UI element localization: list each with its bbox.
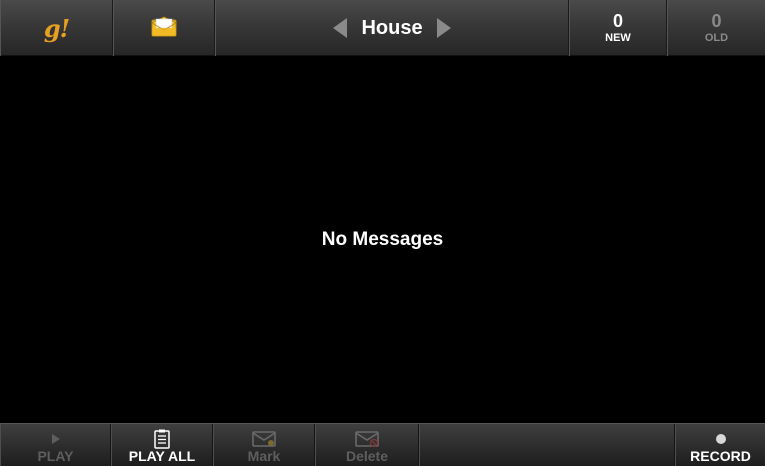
empty-message: No Messages xyxy=(321,228,444,250)
play-all-button[interactable]: PLAY ALL xyxy=(111,424,213,466)
list-icon xyxy=(154,429,170,449)
play-icon xyxy=(50,429,62,449)
new-label: NEW xyxy=(605,32,631,44)
mailbox-selector: House xyxy=(215,0,569,56)
envelope-mark-icon xyxy=(252,429,276,449)
record-dot-icon xyxy=(715,429,727,449)
mailbox-name: House xyxy=(361,16,423,39)
chevron-left-icon[interactable] xyxy=(333,18,348,38)
chevron-right-icon[interactable] xyxy=(436,18,451,38)
top-bar: g! House 0 NEW 0 OLD xyxy=(0,0,765,56)
play-label: PLAY xyxy=(37,447,74,464)
envelope-delete-icon xyxy=(355,429,379,449)
new-count: 0 xyxy=(612,11,623,31)
toolbar-spacer xyxy=(419,424,675,466)
message-list: No Messages xyxy=(0,56,765,423)
old-label: OLD xyxy=(704,32,729,44)
old-count: 0 xyxy=(711,11,722,31)
g-logo-icon: g! xyxy=(43,13,70,43)
new-messages-counter[interactable]: 0 NEW xyxy=(569,0,667,56)
bottom-toolbar: PLAY PLAY ALL Mark Delete RECORD xyxy=(0,423,765,466)
mark-button[interactable]: Mark xyxy=(213,424,315,466)
record-button[interactable]: RECORD xyxy=(675,424,765,466)
envelope-icon xyxy=(151,15,177,42)
mark-label: Mark xyxy=(247,447,281,464)
delete-button[interactable]: Delete xyxy=(315,424,419,466)
logo-button[interactable]: g! xyxy=(0,0,113,56)
delete-label: Delete xyxy=(345,447,389,464)
mail-button[interactable] xyxy=(113,0,215,56)
play-all-label: PLAY ALL xyxy=(128,447,196,464)
record-label: RECORD xyxy=(690,447,751,464)
play-button[interactable]: PLAY xyxy=(0,424,111,466)
old-messages-counter[interactable]: 0 OLD xyxy=(667,0,765,56)
